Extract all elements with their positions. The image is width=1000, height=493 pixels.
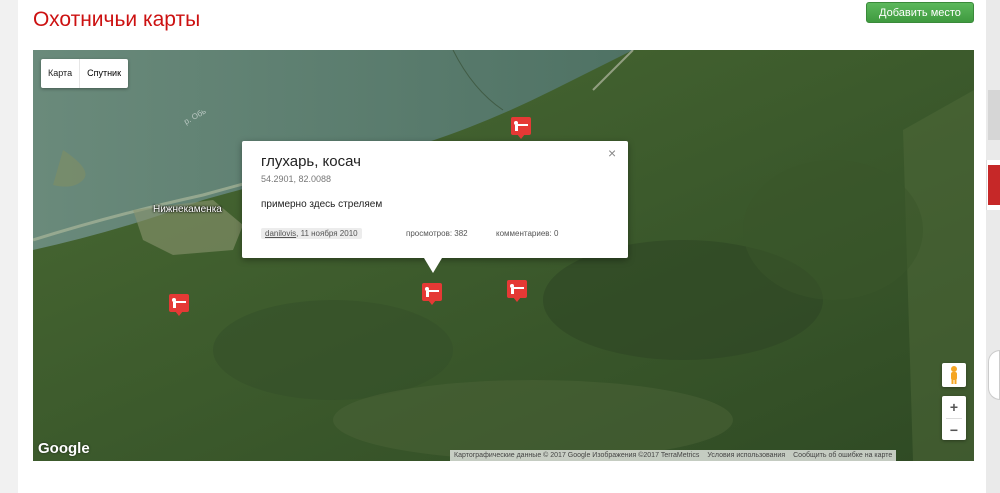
map-type-satellite-button[interactable]: Спутник <box>79 59 128 88</box>
zoom-out-button[interactable]: − <box>942 419 966 441</box>
author-date: danilovis, 11 ноября 2010 <box>261 228 362 239</box>
hunter-rifle-icon <box>172 298 186 308</box>
place-title: глухарь, косач <box>261 153 361 170</box>
hunter-rifle-icon <box>514 121 528 131</box>
sidebar-thumbnail[interactable] <box>988 90 1000 140</box>
map-type-map-button[interactable]: Карта <box>41 59 79 88</box>
page-title: Охотничьи карты <box>33 8 201 31</box>
pegman-icon <box>951 366 957 384</box>
hunting-marker[interactable] <box>507 280 527 302</box>
views-count: просмотров: 382 <box>406 229 468 238</box>
page: Охотничьи карты Добавить место Карта Спу… <box>0 0 1000 493</box>
add-place-button[interactable]: Добавить место <box>866 2 974 23</box>
hunter-rifle-icon <box>425 287 439 297</box>
hunter-rifle-icon <box>510 284 524 294</box>
place-coordinates: 54.2901, 82.0088 <box>261 174 332 184</box>
close-icon[interactable]: × <box>608 145 616 161</box>
sidebar-round-button[interactable] <box>988 350 1000 400</box>
place-description: примерно здесь стреляем <box>261 199 383 210</box>
village-label: Нижнекаменка <box>153 204 222 215</box>
comments-count: комментариев: 0 <box>496 229 559 238</box>
attribution-data-text: Картографические данные © 2017 Google Из… <box>454 452 700 459</box>
street-view-pegman[interactable] <box>942 363 966 387</box>
marker-info-window: × глухарь, косач 54.2901, 82.0088 пример… <box>242 141 628 258</box>
hunting-marker[interactable] <box>422 283 442 305</box>
hunting-marker[interactable] <box>169 294 189 316</box>
zoom-control: + − <box>942 396 966 440</box>
post-date: , 11 ноября 2010 <box>296 229 358 238</box>
sidebar-badge <box>988 165 1000 205</box>
map-type-control: Карта Спутник <box>41 59 129 88</box>
place-meta: danilovis, 11 ноября 2010 просмотров: 38… <box>261 228 611 240</box>
hunting-marker[interactable] <box>511 117 531 139</box>
terms-link[interactable]: Условия использования <box>703 450 789 461</box>
right-sidebar <box>986 0 1000 493</box>
report-error-link[interactable]: Сообщить об ошибке на карте <box>789 450 896 461</box>
zoom-in-button[interactable]: + <box>942 396 966 418</box>
google-logo: Google <box>38 440 90 457</box>
author-link[interactable]: danilovis <box>265 229 296 238</box>
info-window-pointer <box>424 258 442 273</box>
map-attribution: Картографические данные © 2017 Google Из… <box>450 450 897 461</box>
